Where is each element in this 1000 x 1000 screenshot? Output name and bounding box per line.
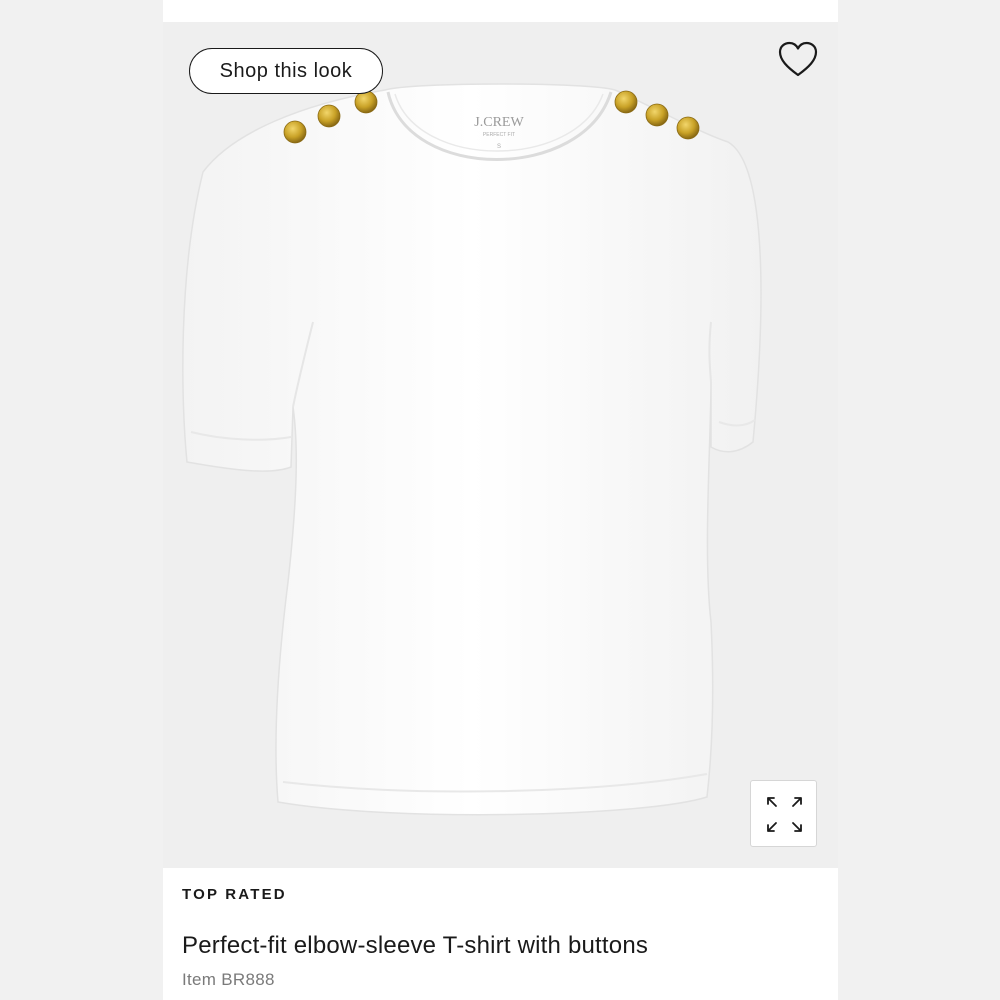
expand-image-button[interactable] <box>750 780 817 847</box>
top-rated-badge: TOP RATED <box>182 886 287 903</box>
expand-arrows-icon <box>767 797 802 832</box>
heart-icon[interactable] <box>777 40 819 80</box>
label-brand: J.CREW <box>474 115 524 130</box>
tshirt-body <box>182 83 762 816</box>
item-number: Item BR888 <box>182 970 275 989</box>
tshirt-illustration: J.CREW PERFECT FIT S <box>182 83 762 816</box>
label-size: S <box>497 144 501 150</box>
shop-this-look-button[interactable]: Shop this look <box>189 48 383 94</box>
label-fit: PERFECT FIT <box>483 132 515 138</box>
product-image[interactable]: J.CREW PERFECT FIT S Shop this look <box>163 22 838 868</box>
product-title[interactable]: Perfect-fit elbow-sleeve T-shirt with bu… <box>182 932 648 960</box>
